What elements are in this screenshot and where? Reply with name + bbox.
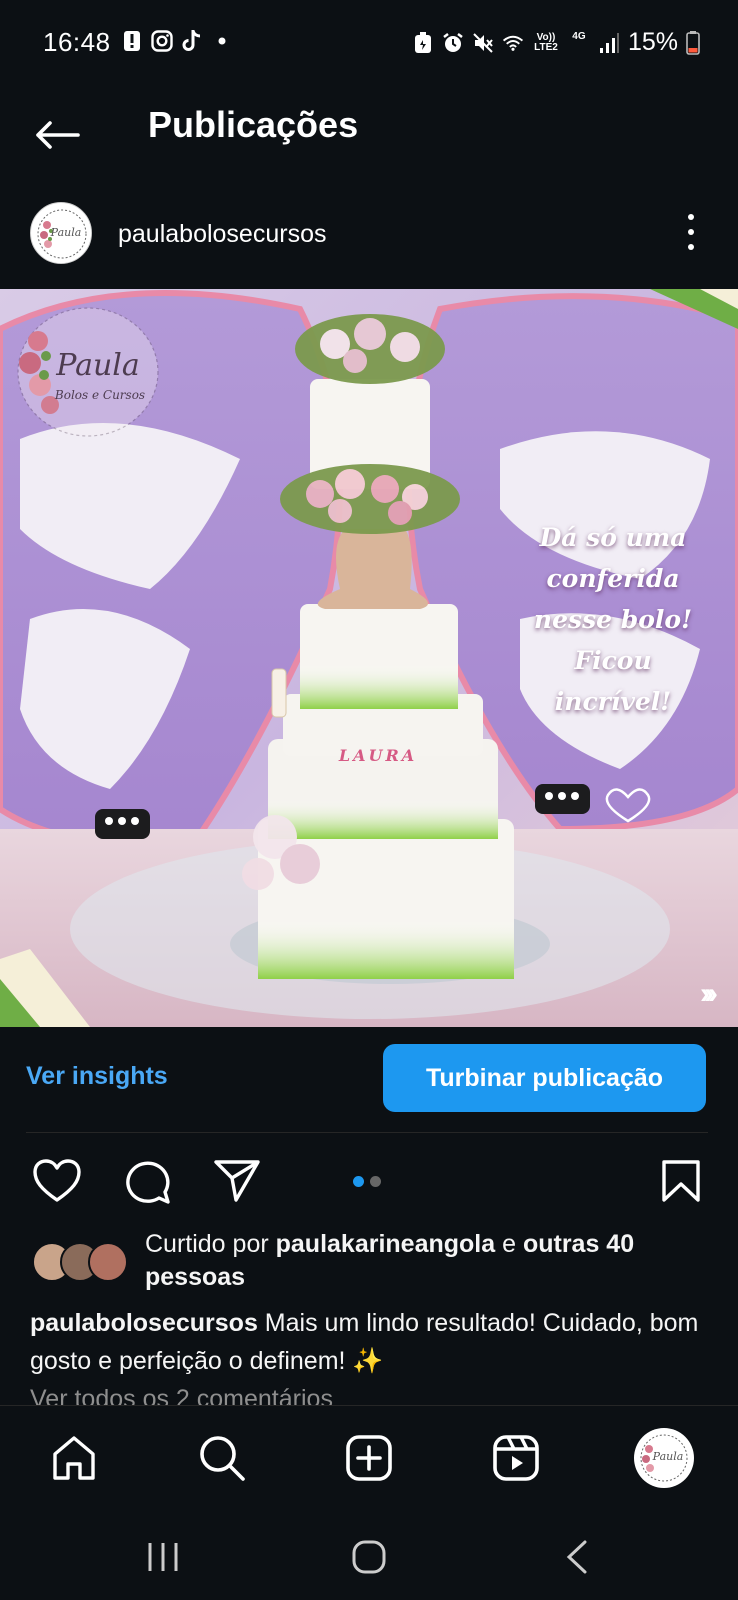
nav-create[interactable]: [339, 1428, 399, 1488]
profile-avatar: Paula: [634, 1428, 694, 1488]
reels-icon: [493, 1435, 539, 1481]
post-caption: paulabolosecursos Mais um lindo resultad…: [30, 1304, 720, 1380]
liker-avatars: [32, 1242, 132, 1284]
post-header: Paula paulabolosecursos: [0, 200, 738, 280]
nav-search[interactable]: [192, 1428, 252, 1488]
heart-icon: [33, 1159, 81, 1202]
back-button[interactable]: [30, 108, 84, 162]
avatar[interactable]: Paula: [30, 202, 92, 264]
carousel-next-icon: ›››: [700, 977, 718, 1010]
divider: [26, 1132, 708, 1133]
watermark-logo: Paula Bolos e Cursos: [8, 301, 168, 443]
dot-icon: [211, 30, 233, 52]
recent-apps-icon: [148, 1543, 178, 1571]
battery-percent: 15%: [627, 28, 678, 56]
bookmark-icon: [662, 1160, 700, 1202]
home-icon: [53, 1436, 95, 1480]
page-title: Publicações: [148, 104, 359, 145]
nav-reels[interactable]: [486, 1428, 546, 1488]
4g-icon: 4G: [572, 30, 586, 42]
post-username[interactable]: paulabolosecursos: [118, 220, 326, 249]
instagram-icon: [151, 30, 173, 52]
brand-logo-icon: Paula: [635, 1429, 693, 1487]
volte-icon: Vo)) LTE2: [534, 31, 558, 53]
svg-text:Paula: Paula: [652, 1450, 684, 1463]
avatar: [88, 1242, 128, 1282]
home-circle-icon: [352, 1540, 386, 1574]
status-bar: 16:48 Vo)) LTE2 4G 15%: [0, 0, 738, 88]
bottom-nav: Paula: [0, 1405, 738, 1515]
post-image[interactable]: LAURA Paula Bolos e Cursos Dá só uma con…: [0, 289, 738, 1027]
boost-post-button[interactable]: Turbinar publicação: [383, 1044, 706, 1112]
battery-saver-icon: [412, 31, 434, 54]
add-post-icon: [346, 1435, 392, 1481]
recent-apps-button[interactable]: [138, 1537, 188, 1577]
status-right-icons: Vo)) LTE2 4G 15%: [412, 28, 700, 57]
carousel-dot-active: [353, 1176, 364, 1187]
home-system-button[interactable]: [344, 1537, 394, 1577]
view-comments-link[interactable]: Ver todos os 2 comentários: [30, 1385, 333, 1405]
likes-summary[interactable]: Curtido por paulakarineangola e outras 4…: [0, 1228, 738, 1298]
alarm-icon: [442, 32, 464, 54]
alert-icon: [121, 30, 143, 52]
caption-username[interactable]: paulabolosecursos: [30, 1309, 258, 1337]
carousel-indicator: [353, 1176, 381, 1187]
post-actions: [0, 1156, 738, 1216]
more-options-icon[interactable]: [684, 214, 698, 250]
svg-text:Paula: Paula: [50, 226, 82, 239]
battery-icon: [686, 30, 700, 55]
mute-icon: [472, 32, 494, 54]
more-dot: [688, 229, 694, 235]
more-dot: [688, 214, 694, 220]
back-chevron-icon: [566, 1540, 587, 1574]
likes-text: Curtido por paulakarineangola e outras 4…: [145, 1230, 635, 1291]
image-overlay-text: Dá só uma conferida nesse bolo! Ficou in…: [533, 523, 693, 716]
nav-profile[interactable]: Paula: [634, 1428, 694, 1488]
system-navigation: [0, 1515, 738, 1600]
carousel-dot: [370, 1176, 381, 1187]
tiktok-icon: [181, 30, 203, 52]
share-button[interactable]: [212, 1156, 262, 1206]
back-arrow-icon: [36, 121, 80, 149]
comment-icon: [126, 1161, 170, 1204]
insights-row: Ver insights Turbinar publicação: [0, 1044, 738, 1114]
brand-logo-icon: Paula: [32, 204, 91, 263]
status-time: 16:48: [43, 27, 111, 57]
status-left-icons: [121, 30, 233, 52]
more-dot: [688, 244, 694, 250]
save-button[interactable]: [656, 1156, 706, 1206]
app-header: Publicações: [0, 88, 738, 188]
comment-button[interactable]: [122, 1156, 172, 1206]
back-system-button[interactable]: [552, 1537, 602, 1577]
like-button[interactable]: [32, 1156, 82, 1206]
liker-username[interactable]: paulakarineangola: [276, 1230, 496, 1258]
watermark-title: Paula: [55, 348, 140, 383]
wifi-icon: [502, 32, 524, 54]
cake-name-label: LAURA: [338, 746, 417, 765]
send-icon: [214, 1160, 260, 1202]
brand-logo-icon: Paula Bolos e Cursos: [17, 307, 159, 437]
nav-home[interactable]: [44, 1428, 104, 1488]
watermark-subtitle: Bolos e Cursos: [54, 388, 145, 402]
view-insights-link[interactable]: Ver insights: [26, 1062, 168, 1091]
signal-icon: [598, 32, 620, 54]
search-icon: [200, 1436, 245, 1481]
